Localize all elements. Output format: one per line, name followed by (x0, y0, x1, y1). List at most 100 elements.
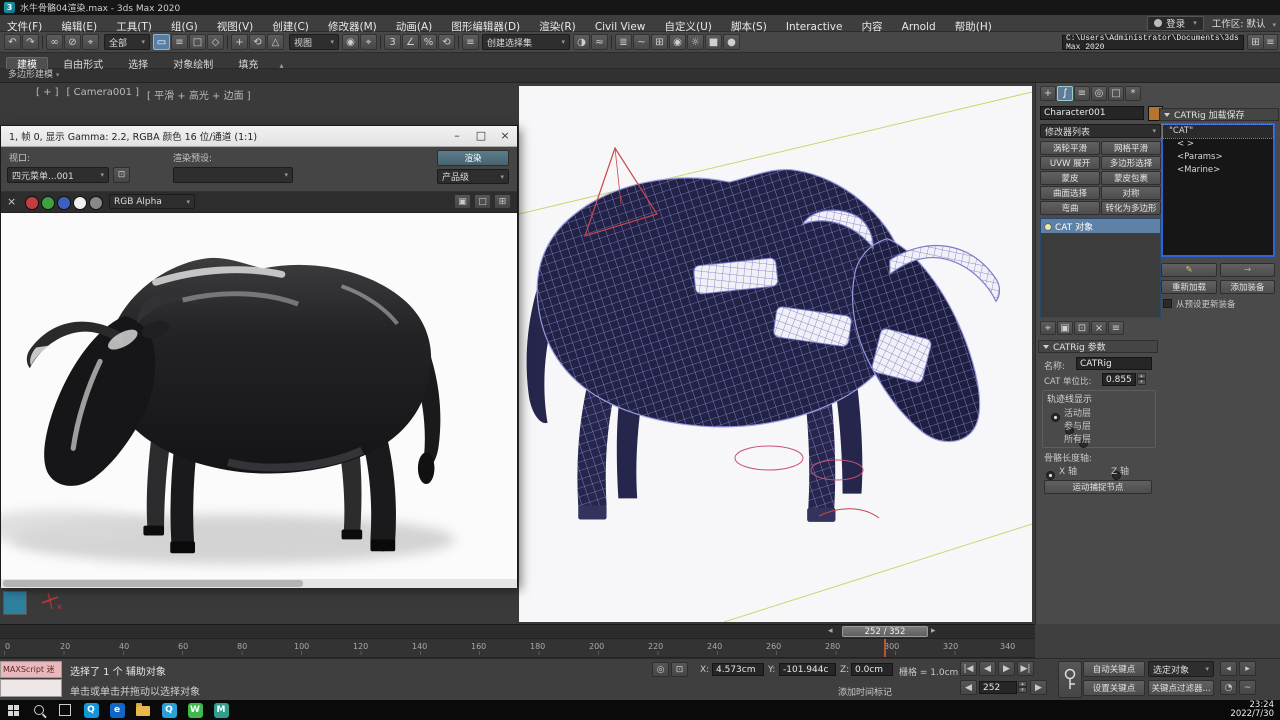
load-preset-icon-button[interactable]: → (1220, 263, 1275, 277)
curve-editor-icon[interactable]: ~ (633, 34, 650, 50)
utilities-tab-icon[interactable]: * (1125, 86, 1141, 101)
maxscript-mini-listener[interactable]: MAXScript 迷 (0, 661, 62, 678)
render-quality-dropdown[interactable]: 产品级 ▾ (437, 169, 509, 184)
frame-spinner[interactable]: ▴ ▾ (1018, 681, 1027, 693)
select-scale-icon[interactable]: △ (267, 34, 284, 50)
key-tangent-out-icon[interactable]: ▸ (1239, 661, 1256, 676)
set-keys-button[interactable] (1058, 661, 1082, 698)
list-item[interactable]: "CAT" (1162, 124, 1274, 139)
render-button[interactable]: 渲染 (437, 150, 509, 166)
show-end-result-icon[interactable]: ▣ (1057, 321, 1073, 335)
meshsmooth-button[interactable]: 网格平滑 (1101, 141, 1161, 155)
project-folder-icon[interactable]: ⊞ (1247, 34, 1264, 50)
update-from-preset-checkbox[interactable] (1163, 299, 1172, 308)
skin-button[interactable]: 蒙皮 (1040, 171, 1100, 185)
auto-key-button[interactable]: 自动关键点 (1083, 661, 1145, 677)
mono-channel-button[interactable] (89, 196, 103, 210)
sign-in-button[interactable]: 登录 ▾ (1147, 15, 1204, 31)
mini-curve-editor-icon[interactable]: ~ (1239, 680, 1256, 695)
select-link-icon[interactable]: ∞ (46, 34, 63, 50)
spinner-snap-icon[interactable]: ⟲ (438, 34, 455, 50)
minimize-button[interactable]: – (445, 126, 469, 145)
modifier-list-dropdown[interactable]: 修改器列表 ▾ (1040, 124, 1161, 138)
window-crossing-icon[interactable]: ◇ (207, 34, 224, 50)
list-item[interactable]: <Marine> (1163, 164, 1273, 177)
rendered-frame-window[interactable]: 1, 帧 0, 显示 Gamma: 2.2, RGBA 颜色 16 位/通道 (… (0, 125, 518, 588)
go-to-end-icon[interactable]: ▶| (1017, 661, 1034, 676)
reload-rig-button[interactable]: 重新加载 (1161, 280, 1217, 294)
display-tab-icon[interactable]: □ (1108, 86, 1124, 101)
render-production-icon[interactable]: ● (723, 34, 740, 50)
modify-tab-icon[interactable]: ∫ (1057, 86, 1073, 101)
redo-icon[interactable]: ↷ (22, 34, 39, 50)
clear-image-icon[interactable]: × (7, 195, 16, 208)
current-frame-field[interactable]: 252 (979, 681, 1017, 694)
unlink-icon[interactable]: ⊘ (64, 34, 81, 50)
workspace-selector[interactable]: 工作区: 默认 ▾ (1212, 16, 1276, 30)
list-item[interactable]: < > (1163, 138, 1273, 151)
key-tangent-in-icon[interactable]: ◂ (1220, 661, 1237, 676)
taskbar-app-wechat[interactable]: W (182, 700, 208, 720)
make-unique-icon[interactable]: ⊡ (1074, 321, 1090, 335)
render-setup-icon[interactable]: ☼ (687, 34, 704, 50)
edit-named-sets-icon[interactable]: ≡ (462, 34, 479, 50)
stack-item-cat-object[interactable]: CAT 对象 (1041, 219, 1160, 233)
taskbar-app-qq2[interactable]: Q (156, 700, 182, 720)
add-time-tag[interactable]: 添加时间标记 (838, 685, 892, 698)
list-item[interactable]: <Params> (1163, 151, 1273, 164)
align-icon[interactable]: ≈ (591, 34, 608, 50)
track-bar[interactable]: 0 20 40 60 80 100 120 140 160 180 200 22… (0, 638, 1035, 658)
configure-modifier-sets-icon[interactable]: ≡ (1108, 321, 1124, 335)
maxscript-listener-lane[interactable] (0, 679, 62, 697)
toolbar-overflow-icon[interactable]: ≡ (1263, 34, 1278, 50)
select-manipulate-icon[interactable]: ⌖ (360, 34, 377, 50)
clone-window-icon[interactable]: ⊞ (494, 194, 511, 209)
bend-button[interactable]: 弯曲 (1040, 201, 1100, 215)
schematic-view-icon[interactable]: ⊞ (651, 34, 668, 50)
set-key-button[interactable]: 设置关键点 (1083, 680, 1145, 696)
blue-channel-button[interactable] (57, 196, 71, 210)
motion-tab-icon[interactable]: ◎ (1091, 86, 1107, 101)
previous-key-icon[interactable]: ◀ (960, 680, 977, 695)
key-filters-button[interactable]: 关键点过滤器... (1148, 680, 1214, 696)
z-coord-field[interactable]: 0.0cm (851, 663, 893, 676)
select-move-icon[interactable]: + (231, 34, 248, 50)
taskbar-clock[interactable]: 23:24 2022/7/30 (1230, 701, 1274, 719)
undo-icon[interactable]: ↶ (4, 34, 21, 50)
rfw-title-bar[interactable]: 1, 帧 0, 显示 Gamma: 2.2, RGBA 颜色 16 位/通道 (… (1, 126, 517, 147)
isolate-selection-icon[interactable]: ◎ (652, 662, 669, 677)
turbosmooth-button[interactable]: 涡轮平滑 (1040, 141, 1100, 155)
alpha-channel-button[interactable] (73, 196, 87, 210)
taskbar-app-explorer[interactable] (130, 700, 156, 720)
maximize-button[interactable]: □ (469, 126, 493, 145)
wireframe-buffalo-model[interactable] (519, 86, 1032, 622)
visibility-bulb-icon[interactable] (1044, 223, 1052, 231)
layer-manager-icon[interactable]: ≣ (615, 34, 632, 50)
taskbar-app-browser[interactable]: e (104, 700, 130, 720)
project-path-field[interactable]: C:\Users\Administrator\Documents\3ds Max… (1062, 34, 1244, 52)
angle-snap-icon[interactable]: ∠ (402, 34, 419, 50)
percent-snap-icon[interactable]: % (420, 34, 437, 50)
symmetry-button[interactable]: 对称 (1101, 186, 1161, 200)
save-image-icon[interactable]: ▣ (454, 194, 471, 209)
red-channel-button[interactable] (25, 196, 39, 210)
surface-select-button[interactable]: 曲面选择 (1040, 186, 1100, 200)
scrollbar-thumb[interactable] (3, 580, 303, 587)
time-slider[interactable]: ◂ 252 / 352 ▸ (0, 624, 1035, 638)
object-name-field[interactable]: Character001 (1040, 106, 1144, 120)
selection-filter-dropdown[interactable]: 全部 ▾ (104, 34, 150, 50)
time-slider-handle[interactable]: 252 / 352 (842, 626, 928, 637)
ribbon-panel-polygon-modeling[interactable]: 多边形建模 (8, 70, 53, 80)
cat-unit-field[interactable]: 0.855 (1102, 373, 1136, 386)
play-animation-icon[interactable]: ▶ (998, 661, 1015, 676)
bind-spacewarp-icon[interactable]: ⌖ (82, 34, 99, 50)
time-configuration-icon[interactable]: ◔ (1220, 680, 1237, 695)
minimized-window-thumb[interactable] (3, 591, 27, 615)
y-coord-field[interactable]: -101.944c (779, 663, 836, 676)
poly-select-button[interactable]: 多边形选择 (1101, 156, 1161, 170)
add-rig-button[interactable]: 添加装备 (1220, 280, 1275, 294)
taskbar-search-button[interactable] (26, 700, 52, 720)
pin-stack-icon[interactable]: ⌖ (1040, 321, 1056, 335)
save-preset-icon-button[interactable]: ✎ (1161, 263, 1217, 277)
taskbar-app-qq[interactable]: Q (78, 700, 104, 720)
